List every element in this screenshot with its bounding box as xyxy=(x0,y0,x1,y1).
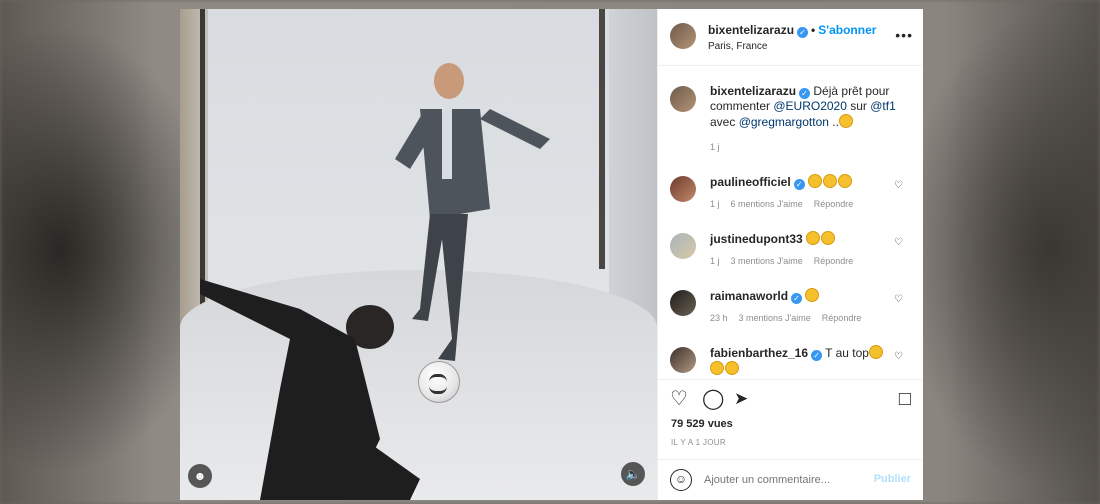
add-comment-bar: ☺ Publier xyxy=(658,459,923,501)
heart-icon[interactable]: ♡ xyxy=(670,389,688,409)
comment-text: T au top xyxy=(825,346,869,360)
bookmark-icon[interactable]: □ xyxy=(899,389,911,409)
soccer-ball xyxy=(418,361,460,403)
separator-dot: • xyxy=(811,23,816,37)
smiley-icon[interactable]: ☺ xyxy=(670,469,692,491)
comment-username[interactable]: raimanaworld xyxy=(710,289,788,303)
caption-text-part: .. xyxy=(828,115,839,129)
comment-icon[interactable]: ◯ xyxy=(702,389,724,409)
caption-text: bixentelizarazu ✓ Déjà prêt pour commente… xyxy=(710,84,911,130)
comment-input[interactable] xyxy=(702,473,866,487)
laughing-emoji-icon xyxy=(868,345,883,359)
video-figures xyxy=(200,63,550,500)
avatar[interactable] xyxy=(670,23,696,49)
comment-time[interactable]: 23 h xyxy=(710,313,728,323)
laughing-emoji-icon xyxy=(838,114,853,128)
comment-likes[interactable]: 6 mentions J'aime xyxy=(731,199,803,209)
reply-button[interactable]: Répondre xyxy=(814,199,854,209)
mention-link[interactable]: @tf1 xyxy=(870,99,896,113)
comments-list[interactable]: bixentelizarazu ✓ Déjà prêt pour commente… xyxy=(658,66,923,379)
laughing-emoji-icon xyxy=(806,231,821,245)
comment-time[interactable]: 1 j xyxy=(710,199,720,209)
comment-likes[interactable]: 3 mentions J'aime xyxy=(731,256,803,266)
avatar[interactable] xyxy=(670,233,696,259)
verified-badge-icon: ✓ xyxy=(791,293,803,304)
winking-emoji-icon xyxy=(710,361,724,375)
avatar[interactable] xyxy=(670,86,696,112)
comment-item: raimanaworld ✓ 23 h 3 mentions J'aime Répon… xyxy=(658,288,923,345)
reply-button[interactable]: Répondre xyxy=(822,313,862,323)
standing-man xyxy=(395,63,550,361)
post-video[interactable]: ☻ 🔈 xyxy=(180,9,657,500)
comment-item: fabienbarthez_16 ✓ T au top ♡ xyxy=(658,345,923,379)
mention-link[interactable]: @EURO2020 xyxy=(773,99,847,113)
comment-username[interactable]: paulineofficiel xyxy=(710,175,791,189)
verified-badge-icon: ✓ xyxy=(811,350,823,361)
avatar[interactable] xyxy=(670,290,696,316)
comment-likes[interactable]: 3 mentions J'aime xyxy=(739,313,811,323)
laughing-emoji-icon xyxy=(821,231,836,245)
comment-item: justinedupont33 1 j 3 mentions J'aime Répo… xyxy=(658,231,923,288)
comment-item: paulineofficiel ✓ 1 j 6 mentions J'aime Rép… xyxy=(658,174,923,231)
verified-badge-icon: ✓ xyxy=(797,27,809,38)
laughing-emoji-icon xyxy=(838,174,853,188)
mention-link[interactable]: @gregmargotton xyxy=(739,115,829,129)
heart-icon[interactable]: ♡ xyxy=(894,351,903,362)
heart-icon[interactable]: ♡ xyxy=(894,237,903,248)
post-author: bixentelizarazu ✓ • S'abonner xyxy=(708,23,876,38)
user-tag-icon[interactable]: ☻ xyxy=(188,464,212,488)
caption-text-part: avec xyxy=(710,115,739,129)
laughing-emoji-icon xyxy=(805,288,820,302)
view-count[interactable]: 79 529 vues xyxy=(671,418,733,430)
post-comment-button[interactable]: Publier xyxy=(874,473,911,485)
heart-icon[interactable]: ♡ xyxy=(894,294,903,305)
post-location[interactable]: Paris, France xyxy=(708,41,767,52)
laughing-emoji-icon xyxy=(823,174,838,188)
verified-badge-icon: ✓ xyxy=(799,88,811,99)
avatar[interactable] xyxy=(670,347,696,373)
post-panel: bixentelizarazu ✓ • S'abonner Paris, France… xyxy=(657,9,923,500)
comment-username[interactable]: fabienbarthez_16 xyxy=(710,346,808,360)
post-date[interactable]: IL Y A 1 JOUR xyxy=(671,438,726,447)
caption-text-part: sur xyxy=(846,99,871,113)
verified-badge-icon: ✓ xyxy=(793,179,805,190)
heart-icon[interactable]: ♡ xyxy=(894,180,903,191)
follow-button[interactable]: S'abonner xyxy=(818,23,876,37)
falling-man xyxy=(200,279,420,500)
caption-username[interactable]: bixentelizarazu xyxy=(710,84,796,98)
paper-plane-icon[interactable]: ➤ xyxy=(734,389,748,409)
comment-username[interactable]: justinedupont33 xyxy=(710,232,803,246)
speaker-icon[interactable]: 🔈 xyxy=(621,462,645,486)
caption-time: 1 j xyxy=(710,142,720,152)
post-actions: ♡ ◯ ➤ □ 79 529 vues IL Y A 1 JOUR xyxy=(658,379,923,460)
laughing-emoji-icon xyxy=(808,174,823,188)
more-options-icon[interactable]: ••• xyxy=(895,27,913,43)
post-header: bixentelizarazu ✓ • S'abonner Paris, France… xyxy=(658,9,923,66)
avatar[interactable] xyxy=(670,176,696,202)
comment-time[interactable]: 1 j xyxy=(710,256,720,266)
author-username[interactable]: bixentelizarazu xyxy=(708,23,794,37)
post-caption: bixentelizarazu ✓ Déjà prêt pour commente… xyxy=(658,66,923,174)
blowing-kiss-emoji-icon xyxy=(725,361,739,375)
reply-button[interactable]: Répondre xyxy=(814,256,854,266)
